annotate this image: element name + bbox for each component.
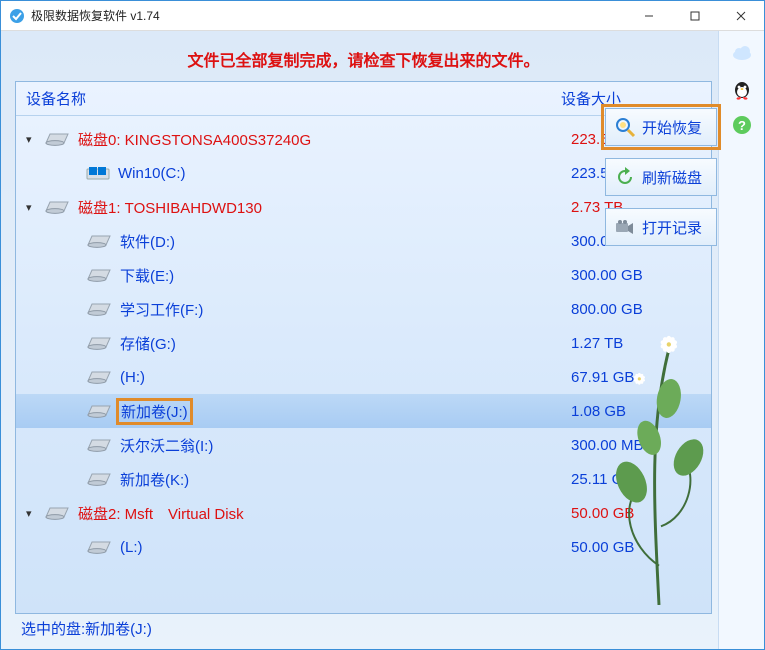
column-device-name[interactable]: 设备名称 xyxy=(26,88,561,109)
partition-label: 下载(E:) xyxy=(120,265,174,286)
decorative-plant xyxy=(600,310,718,610)
os-drive-icon xyxy=(86,165,110,181)
drive-icon xyxy=(86,335,112,351)
chevron-down-icon[interactable]: ▾ xyxy=(26,133,40,146)
start-recovery-button[interactable]: 开始恢复 xyxy=(605,108,717,146)
disk-label: 磁盘0: KINGSTONSA400S37240G xyxy=(78,129,311,150)
qq-icon[interactable] xyxy=(728,75,756,103)
status-banner: 文件已全部复制完成，请检查下恢复出来的文件。 xyxy=(15,41,712,81)
column-device-size[interactable]: 设备大小 xyxy=(561,88,701,109)
app-icon xyxy=(9,8,25,24)
chevron-down-icon[interactable]: ▾ xyxy=(26,507,40,520)
partition-label: 软件(D:) xyxy=(120,231,175,252)
disk-label: 磁盘1: TOSHIBAHDWD130 xyxy=(78,197,262,218)
side-toolbar: ? xyxy=(718,31,764,649)
minimize-button[interactable] xyxy=(626,1,672,31)
disk-label: 磁盘2: Msft Virtual Disk xyxy=(78,503,244,524)
open-records-button[interactable]: 打开记录 xyxy=(605,208,717,246)
cloud-icon[interactable] xyxy=(728,39,756,67)
partition-label: (H:) xyxy=(120,369,145,386)
drive-icon xyxy=(86,403,112,419)
drive-icon xyxy=(86,267,112,283)
partition-label: 存储(G:) xyxy=(120,333,176,354)
partition-label: 新加卷(J:) xyxy=(116,398,193,425)
selection-status: 选中的盘:新加卷(J:) xyxy=(15,614,712,645)
maximize-button[interactable] xyxy=(672,1,718,31)
svg-text:?: ? xyxy=(738,118,746,133)
partition-label: 新加卷(K:) xyxy=(120,469,189,490)
partition-label: 沃尔沃二翁(I:) xyxy=(120,435,213,456)
chevron-down-icon[interactable]: ▾ xyxy=(26,201,40,214)
search-icon xyxy=(614,116,636,138)
help-icon[interactable]: ? xyxy=(728,111,756,139)
refresh-icon xyxy=(614,166,636,188)
drive-icon xyxy=(86,301,112,317)
drive-icon xyxy=(86,539,112,555)
drive-icon xyxy=(44,199,70,215)
titlebar: 极限数据恢复软件 v1.74 xyxy=(1,1,764,31)
drive-icon xyxy=(44,505,70,521)
start-recovery-label: 开始恢复 xyxy=(642,117,702,138)
camera-icon xyxy=(614,216,636,238)
drive-icon xyxy=(86,233,112,249)
refresh-disks-button[interactable]: 刷新磁盘 xyxy=(605,158,717,196)
open-records-label: 打开记录 xyxy=(642,217,702,238)
drive-icon xyxy=(86,471,112,487)
refresh-disks-label: 刷新磁盘 xyxy=(642,167,702,188)
partition-label: (L:) xyxy=(120,539,143,556)
partition-label: 学习工作(F:) xyxy=(120,299,203,320)
close-button[interactable] xyxy=(718,1,764,31)
drive-icon xyxy=(86,437,112,453)
partition-label: Win10(C:) xyxy=(118,165,186,182)
partition-size: 300.00 GB xyxy=(571,267,711,284)
drive-icon xyxy=(44,131,70,147)
window-title: 极限数据恢复软件 v1.74 xyxy=(31,7,626,24)
partition-row[interactable]: 下载(E:) 300.00 GB xyxy=(16,258,711,292)
drive-icon xyxy=(86,369,112,385)
